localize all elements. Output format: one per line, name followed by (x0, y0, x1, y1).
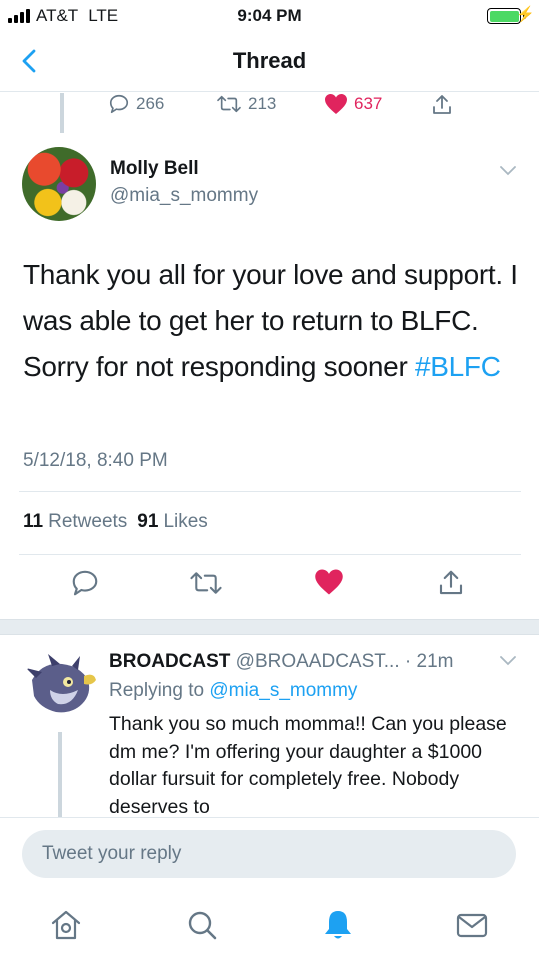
tweet-actions (0, 568, 539, 604)
messages-icon[interactable] (454, 907, 490, 943)
previous-tweet-actions: 266 213 637 (108, 93, 468, 119)
page-title: Thread (232, 48, 307, 73)
tweet-timestamp: 5/12/18, 8:40 PM (23, 450, 168, 471)
status-time: 9:04 PM (237, 6, 302, 25)
compose-bar: Tweet your reply (0, 817, 539, 891)
reply-time: · 21m (404, 651, 454, 672)
like-count: 637 (354, 94, 383, 113)
status-bar: AT&T LTE 9:04 PM ⚡ (0, 0, 539, 34)
divider (19, 491, 521, 492)
replying-to-label: Replying to (109, 680, 205, 701)
tweet-text: Thank you all for your love and support.… (23, 252, 523, 390)
tab-bar (0, 891, 539, 960)
retweet-icon (217, 95, 241, 113)
replying-to: Replying to @mia_s_mommy (109, 680, 357, 702)
reply-author-name[interactable]: BROADCAST (109, 651, 230, 672)
like-action[interactable]: 637 (324, 93, 382, 115)
reply-input[interactable]: Tweet your reply (22, 830, 516, 878)
replying-to-mention[interactable]: @mia_s_mommy (209, 680, 357, 701)
retweet-icon[interactable] (189, 568, 223, 598)
like-total: 91 (137, 511, 159, 532)
likes-label: Likes (163, 511, 208, 532)
author-handle[interactable]: @mia_s_mommy (110, 185, 258, 207)
reply-text: Thank you so much momma!! Can you please… (109, 713, 507, 817)
section-separator (0, 619, 539, 635)
retweet-action[interactable]: 213 (216, 93, 276, 115)
retweets-label: Retweets (48, 511, 128, 532)
notifications-icon[interactable] (320, 907, 356, 943)
share-icon[interactable] (436, 568, 466, 598)
heart-filled-icon (325, 94, 347, 114)
reply-header: BROADCAST @BROAADCAST... · 21m (109, 651, 453, 673)
search-icon[interactable] (184, 907, 220, 943)
reply-author-handle[interactable]: @BROAADCAST... (236, 651, 400, 672)
thread-line (60, 93, 64, 133)
reply-icon (109, 94, 129, 114)
nav-bar: Thread (0, 34, 539, 92)
share-icon (433, 95, 451, 114)
home-icon[interactable] (48, 907, 84, 943)
share-action[interactable] (430, 93, 454, 117)
avatar[interactable] (22, 650, 100, 728)
charging-icon: ⚡ (516, 6, 535, 23)
divider (19, 554, 521, 555)
author-name[interactable]: Molly Bell (110, 158, 199, 180)
tweet-stats: 11 Retweets 91 Likes (23, 511, 208, 533)
reply-action[interactable]: 266 (108, 93, 164, 115)
chevron-down-icon[interactable] (499, 165, 517, 177)
avatar[interactable] (22, 147, 96, 221)
retweet-count: 213 (248, 94, 277, 113)
hashtag-link[interactable]: #BLFC (415, 351, 501, 382)
heart-filled-icon[interactable] (314, 568, 344, 596)
thread-line (58, 732, 62, 822)
retweet-total: 11 (23, 511, 44, 532)
retweets-stat[interactable]: 11 Retweets (23, 511, 127, 533)
reply-icon[interactable] (70, 568, 100, 598)
likes-stat[interactable]: 91 Likes (137, 511, 208, 533)
chevron-down-icon[interactable] (499, 655, 517, 667)
reply-count: 266 (136, 94, 165, 113)
